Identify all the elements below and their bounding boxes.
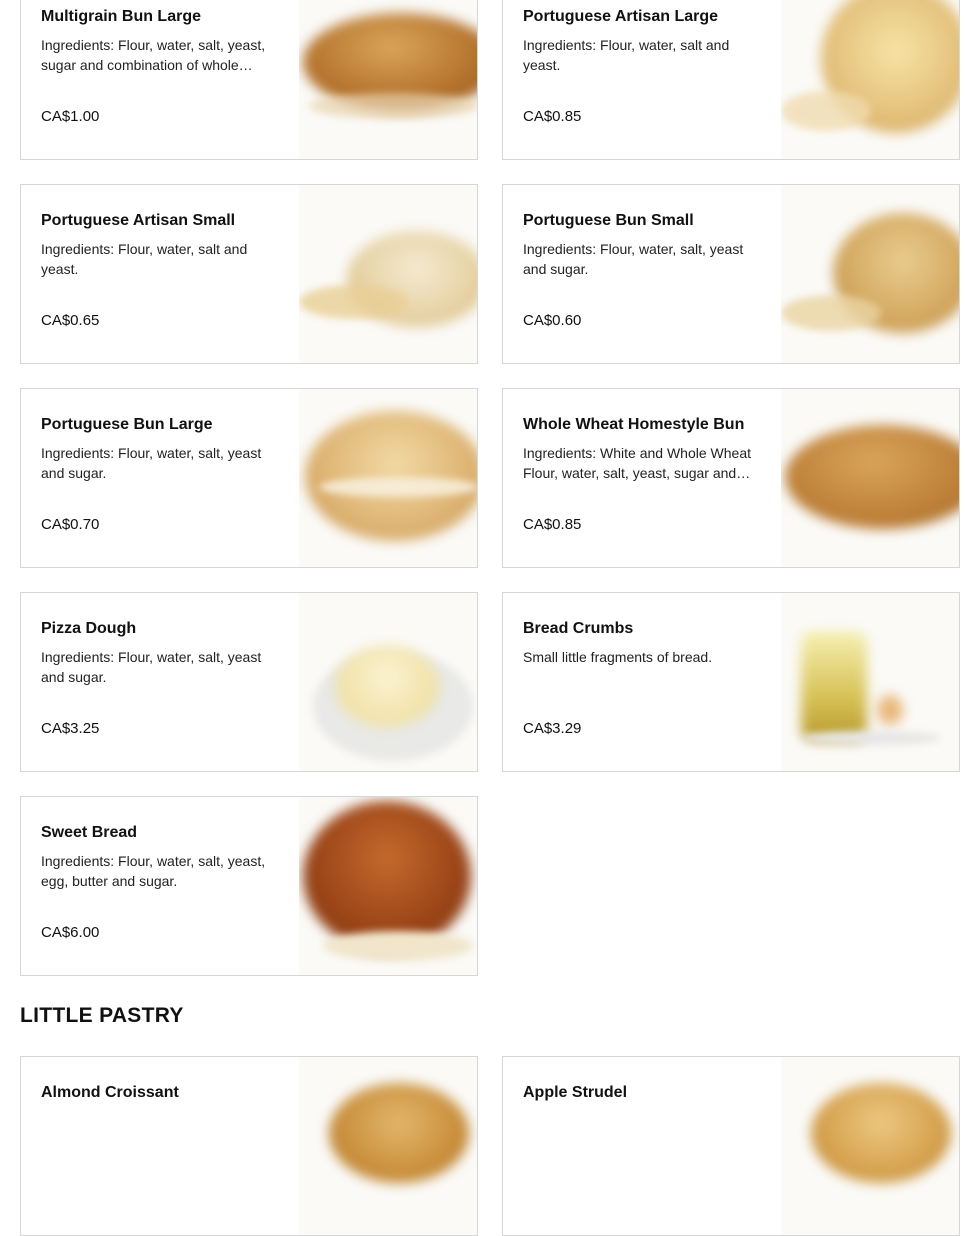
product-info: Almond Croissant	[41, 1083, 277, 1111]
pastry-grid: Almond Croissant Apple Strudel	[20, 1056, 960, 1236]
product-price: CA$1.00	[41, 108, 100, 125]
product-description: Ingredients: Flour, water, salt, yeast a…	[523, 241, 744, 277]
product-image	[781, 0, 959, 159]
product-image	[299, 593, 477, 771]
product-info: Multigrain Bun Large Ingredients: Flour,…	[41, 7, 277, 75]
product-description: Ingredients: Flour, water, salt, yeast a…	[41, 445, 262, 481]
product-grid: Multigrain Bun Large Ingredients: Flour,…	[20, 0, 960, 976]
product-name: Pizza Dough	[41, 620, 137, 637]
product-name: Portuguese Artisan Large	[523, 8, 719, 25]
product-card[interactable]: Almond Croissant	[20, 1056, 478, 1236]
product-info: Sweet Bread Ingredients: Flour, water, s…	[41, 823, 277, 891]
product-name: Portuguese Bun Large	[41, 416, 213, 433]
product-info: Apple Strudel	[523, 1083, 759, 1111]
product-card[interactable]: Pizza Dough Ingredients: Flour, water, s…	[20, 592, 478, 772]
product-description: Ingredients: Flour, water, salt and yeas…	[523, 37, 730, 73]
product-name: Sweet Bread	[41, 824, 138, 841]
product-info: Whole Wheat Homestyle Bun Ingredients: W…	[523, 415, 759, 483]
product-description: Ingredients: Flour, water, salt and yeas…	[41, 241, 248, 277]
product-card[interactable]: Whole Wheat Homestyle Bun Ingredients: W…	[502, 388, 960, 568]
product-description: Ingredients: White and Whole Wheat Flour…	[523, 445, 752, 481]
product-info: Portuguese Artisan Small Ingredients: Fl…	[41, 211, 277, 279]
product-image	[781, 1057, 959, 1235]
product-image	[781, 593, 959, 771]
product-image	[299, 389, 477, 567]
product-image	[781, 389, 959, 567]
product-name: Apple Strudel	[523, 1084, 628, 1101]
product-card[interactable]: Apple Strudel	[502, 1056, 960, 1236]
product-name: Portuguese Bun Small	[523, 212, 694, 229]
product-price: CA$3.25	[41, 720, 100, 737]
product-name: Multigrain Bun Large	[41, 8, 201, 25]
section-heading: LITTLE PASTRY	[20, 1004, 184, 1027]
product-info: Pizza Dough Ingredients: Flour, water, s…	[41, 619, 277, 687]
product-card[interactable]: Portuguese Bun Small Ingredients: Flour,…	[502, 184, 960, 364]
product-name: Portuguese Artisan Small	[41, 212, 236, 229]
product-card[interactable]: Portuguese Bun Large Ingredients: Flour,…	[20, 388, 478, 568]
product-info: Portuguese Bun Large Ingredients: Flour,…	[41, 415, 277, 483]
product-name: Bread Crumbs	[523, 620, 634, 637]
product-price: CA$0.65	[41, 312, 100, 329]
product-card[interactable]: Portuguese Artisan Small Ingredients: Fl…	[20, 184, 478, 364]
product-description: Ingredients: Flour, water, salt, yeast, …	[41, 853, 266, 889]
product-description: Small little fragments of bread.	[523, 649, 713, 665]
product-price: CA$3.29	[523, 720, 582, 737]
product-info: Bread Crumbs Small little fragments of b…	[523, 619, 759, 687]
product-image	[299, 185, 477, 363]
product-price: CA$6.00	[41, 924, 100, 941]
product-description: Ingredients: Flour, water, salt, yeast, …	[41, 37, 266, 73]
product-name: Whole Wheat Homestyle Bun	[523, 416, 745, 433]
product-image	[781, 185, 959, 363]
product-price: CA$0.85	[523, 108, 582, 125]
product-image	[299, 797, 477, 975]
product-info: Portuguese Artisan Large Ingredients: Fl…	[523, 7, 759, 75]
product-description: Ingredients: Flour, water, salt, yeast a…	[41, 649, 262, 685]
product-card[interactable]: Portuguese Artisan Large Ingredients: Fl…	[502, 0, 960, 160]
product-card[interactable]: Bread Crumbs Small little fragments of b…	[502, 592, 960, 772]
product-price: CA$0.85	[523, 516, 582, 533]
product-price: CA$0.70	[41, 516, 100, 533]
product-card[interactable]: Multigrain Bun Large Ingredients: Flour,…	[20, 0, 478, 160]
product-image	[299, 0, 477, 159]
product-image	[299, 1057, 477, 1235]
product-card[interactable]: Sweet Bread Ingredients: Flour, water, s…	[20, 796, 478, 976]
product-price: CA$0.60	[523, 312, 582, 329]
product-name: Almond Croissant	[41, 1084, 179, 1101]
product-info: Portuguese Bun Small Ingredients: Flour,…	[523, 211, 759, 279]
